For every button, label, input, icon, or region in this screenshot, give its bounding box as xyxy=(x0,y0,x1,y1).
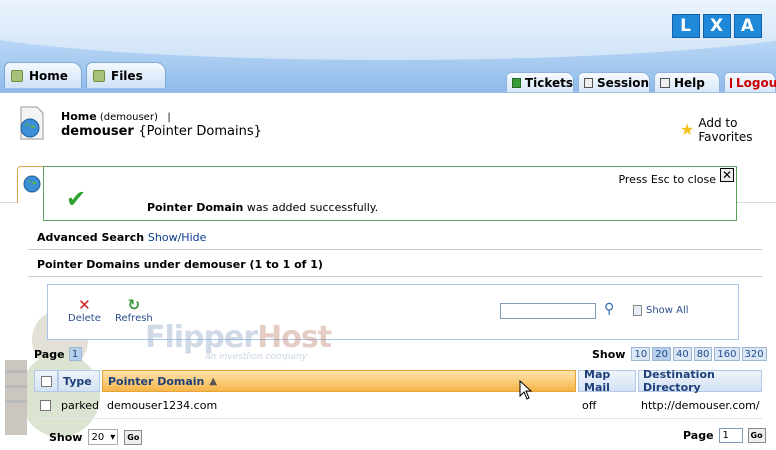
tab-home[interactable]: Home xyxy=(4,62,82,88)
tickets-icon xyxy=(512,77,521,88)
search-icon[interactable]: ⚲ xyxy=(604,301,614,317)
select-all-header xyxy=(34,370,58,392)
session-icon xyxy=(584,77,594,88)
column-header-destination[interactable]: Destination Directory xyxy=(638,368,762,394)
breadcrumb-separator: | xyxy=(167,112,171,123)
show-all-icon xyxy=(633,305,642,316)
page-size-value: 20 xyxy=(91,431,105,443)
page-title: demouser {Pointer Domains} xyxy=(61,124,262,139)
notification-bold: Pointer Domain xyxy=(147,201,244,214)
tab-help-label: Help xyxy=(674,75,705,90)
header-divider xyxy=(0,92,776,93)
go-button[interactable]: Go xyxy=(124,429,143,445)
column-header-map-mail[interactable]: Map Mail xyxy=(578,368,636,394)
tab-files-label: Files xyxy=(111,68,143,83)
logout-icon xyxy=(730,77,732,88)
notification-text: was added successfully. xyxy=(243,201,379,214)
page-size-select[interactable]: 20 ▾ xyxy=(88,429,119,445)
breadcrumb-user: (demouser) xyxy=(99,112,158,123)
cell-type: parked xyxy=(61,399,99,412)
add-to-favorites-label: Add to Favorites xyxy=(698,116,753,144)
tab-home-label: Home xyxy=(29,68,68,83)
header-swoosh xyxy=(0,0,776,60)
page-size-option[interactable]: 40 xyxy=(672,347,692,361)
page-go-button[interactable]: Go xyxy=(747,428,766,443)
pagination-bottom-page: Page 1 Go xyxy=(683,428,766,443)
breadcrumb-home-link[interactable]: Home xyxy=(61,110,97,123)
checkmark-icon: ✔ xyxy=(66,185,87,213)
globe-document-icon xyxy=(20,106,44,140)
tab-session-label: Session xyxy=(597,75,649,90)
sort-ascending-icon: ▲ xyxy=(209,375,218,387)
divider xyxy=(28,276,762,277)
tab-help[interactable]: Help xyxy=(654,72,720,92)
chevron-down-icon: ▾ xyxy=(110,431,116,443)
page-number-input[interactable]: 1 xyxy=(718,428,743,443)
column-header-pointer-domain[interactable]: Pointer Domain ▲ xyxy=(102,370,576,392)
logo-letter: L xyxy=(672,14,700,38)
divider xyxy=(28,249,762,250)
files-tab-icon xyxy=(93,69,105,82)
press-esc-hint: Press Esc to close xyxy=(618,173,716,186)
close-icon[interactable]: ✕ xyxy=(720,168,734,182)
delete-button[interactable]: ✕ Delete xyxy=(68,297,101,324)
mouse-cursor-icon xyxy=(519,380,533,400)
footer-page-label: Page xyxy=(683,429,714,442)
page-title-user: demouser xyxy=(61,124,134,139)
advanced-search-label: Advanced Search xyxy=(37,231,145,244)
notification-message: Pointer Domain was added successfully. xyxy=(147,201,378,214)
pagination-top: Page 1 xyxy=(34,347,82,361)
page-size-selector: Show 10 20 40 80 160 320 xyxy=(592,347,767,361)
tab-tickets-label: Tickets xyxy=(524,75,573,90)
tab-files[interactable]: Files xyxy=(86,62,166,88)
advanced-search-heading: Advanced Search Show/Hide xyxy=(37,231,206,244)
page-size-option[interactable]: 10 xyxy=(631,347,651,361)
page-label: Page xyxy=(34,347,65,361)
watermark-brand2: Host xyxy=(257,320,332,355)
watermark-tagline: an investlion company xyxy=(205,352,307,362)
pagination-bottom-show: Show 20 ▾ Go xyxy=(49,429,143,445)
footer-show-label: Show xyxy=(49,430,83,444)
advanced-search-toggle[interactable]: Show/Hide xyxy=(148,231,206,244)
watermark-brand: Flipper xyxy=(145,320,258,355)
tab-logout[interactable]: Logout xyxy=(724,72,776,92)
select-all-checkbox[interactable] xyxy=(40,375,52,387)
table-row[interactable]: parked demouser1234.com off http://demou… xyxy=(34,394,762,419)
star-icon: ★ xyxy=(680,120,695,139)
page-size-option[interactable]: 80 xyxy=(693,347,713,361)
page-size-option[interactable]: 320 xyxy=(741,347,767,361)
flipperhost-watermark: FlipperHost xyxy=(145,320,332,355)
logo-letter: X xyxy=(703,14,731,38)
delete-label: Delete xyxy=(68,313,101,324)
cell-pointer-domain[interactable]: demouser1234.com xyxy=(107,399,217,412)
delete-icon: ✕ xyxy=(78,296,91,314)
row-checkbox[interactable] xyxy=(40,400,51,411)
lxadmin-logo: L X A xyxy=(672,14,762,38)
page-number[interactable]: 1 xyxy=(68,347,82,361)
globe-small-icon xyxy=(23,175,41,193)
breadcrumb: Home (demouser) | xyxy=(61,110,171,123)
tab-logout-label: Logout xyxy=(736,75,776,90)
add-to-favorites-link[interactable]: ★ Add to Favorites xyxy=(680,116,776,144)
cell-destination: http://demouser.com/ xyxy=(641,399,760,412)
tab-tickets[interactable]: Tickets xyxy=(506,72,574,92)
home-tab-icon xyxy=(11,69,23,82)
help-icon xyxy=(660,77,670,88)
tab-session[interactable]: Session xyxy=(578,72,650,92)
list-heading: Pointer Domains under demouser (1 to 1 o… xyxy=(37,258,323,271)
refresh-icon: ↻ xyxy=(127,296,141,314)
show-label: Show xyxy=(592,347,626,361)
search-input[interactable] xyxy=(500,303,596,319)
page-size-option[interactable]: 20 xyxy=(652,347,671,361)
column-header-pointer-domain-label: Pointer Domain xyxy=(108,374,205,388)
logo-letter: A xyxy=(734,14,762,38)
show-all-label: Show All xyxy=(646,305,689,316)
show-all-button[interactable]: Show All xyxy=(633,305,689,316)
page-title-suffix: {Pointer Domains} xyxy=(138,124,262,139)
column-header-type[interactable]: Type xyxy=(58,370,100,392)
page-size-option[interactable]: 160 xyxy=(714,347,740,361)
cell-map-mail: off xyxy=(582,399,597,412)
success-notification: Press Esc to close ✕ ✔ Pointer Domain wa… xyxy=(43,166,737,221)
